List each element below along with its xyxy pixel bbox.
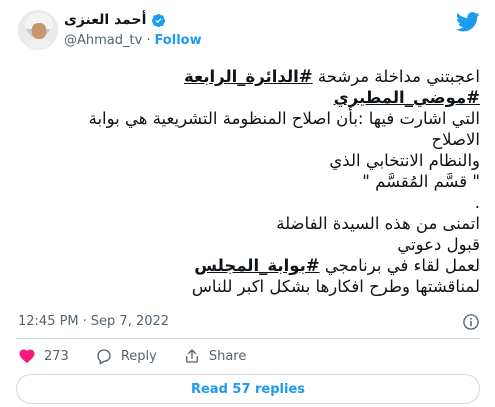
avatar-face bbox=[32, 23, 46, 39]
hashtag-link[interactable]: #بوابة_المجلس bbox=[194, 256, 319, 275]
tweet-line-text: قبول دعوتي bbox=[397, 235, 480, 254]
tweet-line-text: . bbox=[474, 193, 480, 212]
tweet-line: اتمنى من هذه السيدة الفاضلة bbox=[16, 213, 480, 234]
twitter-bird-icon[interactable] bbox=[456, 12, 480, 32]
follow-button[interactable]: Follow bbox=[154, 33, 201, 48]
tweet-line: قبول دعوتي bbox=[16, 234, 480, 255]
reply-bubble-icon bbox=[97, 349, 111, 365]
tweet-line-text: اعجبتني مداخلة مرشحة bbox=[312, 67, 480, 86]
tweet-line: لعمل لقاء في برنامجي #بوابة_المجلس bbox=[16, 255, 480, 276]
hashtag-link[interactable]: #الدائرة_الرابعة bbox=[184, 67, 313, 86]
author-display-name[interactable]: أحمد العنزى bbox=[64, 12, 146, 28]
handle-row: @Ahmad_tv · Follow bbox=[64, 33, 202, 48]
reply-label: Reply bbox=[120, 348, 157, 364]
tweet-line: والنظام الانتخابي الذي bbox=[16, 150, 480, 171]
action-bar: 273 Reply Share bbox=[18, 346, 272, 366]
divider bbox=[16, 338, 480, 339]
share-label: Share bbox=[208, 348, 247, 364]
tweet-line-text: لمناقشتها وطرح افكارها بشكل اكبر للناس bbox=[191, 277, 480, 296]
tweet-time: 12:45 PM bbox=[18, 314, 79, 329]
info-icon[interactable] bbox=[462, 313, 480, 331]
like-button[interactable]: 273 bbox=[18, 347, 69, 365]
tweet-line-text: التي اشارت فيها :بأن اصلاح المنظومة التش… bbox=[88, 109, 480, 128]
tweet-line-text: الاصلاح bbox=[431, 130, 480, 149]
share-button[interactable]: Share bbox=[183, 347, 247, 365]
tweet-line: #موضي_المطيري bbox=[16, 87, 480, 108]
tweet-line: " قسَّم المُقسَّم " bbox=[16, 171, 480, 192]
avatar[interactable] bbox=[18, 10, 58, 50]
tweet-line: لمناقشتها وطرح افكارها بشكل اكبر للناس bbox=[16, 276, 480, 297]
tweet-line: التي اشارت فيها :بأن اصلاح المنظومة التش… bbox=[16, 108, 480, 129]
tweet-timestamp[interactable]: 12:45 PM · Sep 7, 2022 bbox=[18, 314, 169, 329]
tweet-card: أحمد العنزى @Ahmad_tv · Follow اعجبتني م… bbox=[0, 0, 495, 407]
author-handle[interactable]: @Ahmad_tv bbox=[64, 33, 142, 48]
handle-separator: · bbox=[146, 33, 151, 48]
heart-icon bbox=[19, 349, 35, 364]
tweet-line-text: " قسَّم المُقسَّم " bbox=[362, 172, 480, 191]
avatar-shoulders bbox=[23, 39, 55, 49]
share-icon bbox=[185, 349, 198, 363]
timestamp-separator: · bbox=[82, 314, 87, 329]
verified-badge-icon bbox=[152, 13, 166, 27]
tweet-line: اعجبتني مداخلة مرشحة #الدائرة_الرابعة bbox=[16, 66, 480, 87]
tweet-line: الاصلاح bbox=[16, 129, 480, 150]
reply-button[interactable]: Reply bbox=[95, 347, 157, 365]
author-name-row[interactable]: أحمد العنزى bbox=[64, 11, 166, 29]
tweet-text: اعجبتني مداخلة مرشحة #الدائرة_الرابعة #م… bbox=[16, 66, 480, 297]
tweet-line-text: لعمل لقاء في برنامجي bbox=[319, 256, 480, 275]
tweet-line-text: اتمنى من هذه السيدة الفاضلة bbox=[276, 214, 480, 233]
tweet-date: Sep 7, 2022 bbox=[90, 314, 170, 329]
tweet-line-text: والنظام الانتخابي الذي bbox=[329, 151, 480, 170]
hashtag-link[interactable]: #موضي_المطيري bbox=[334, 88, 480, 107]
read-replies-button[interactable]: Read 57 replies bbox=[16, 374, 480, 404]
tweet-line: . bbox=[16, 192, 480, 213]
like-count: 273 bbox=[44, 348, 69, 364]
